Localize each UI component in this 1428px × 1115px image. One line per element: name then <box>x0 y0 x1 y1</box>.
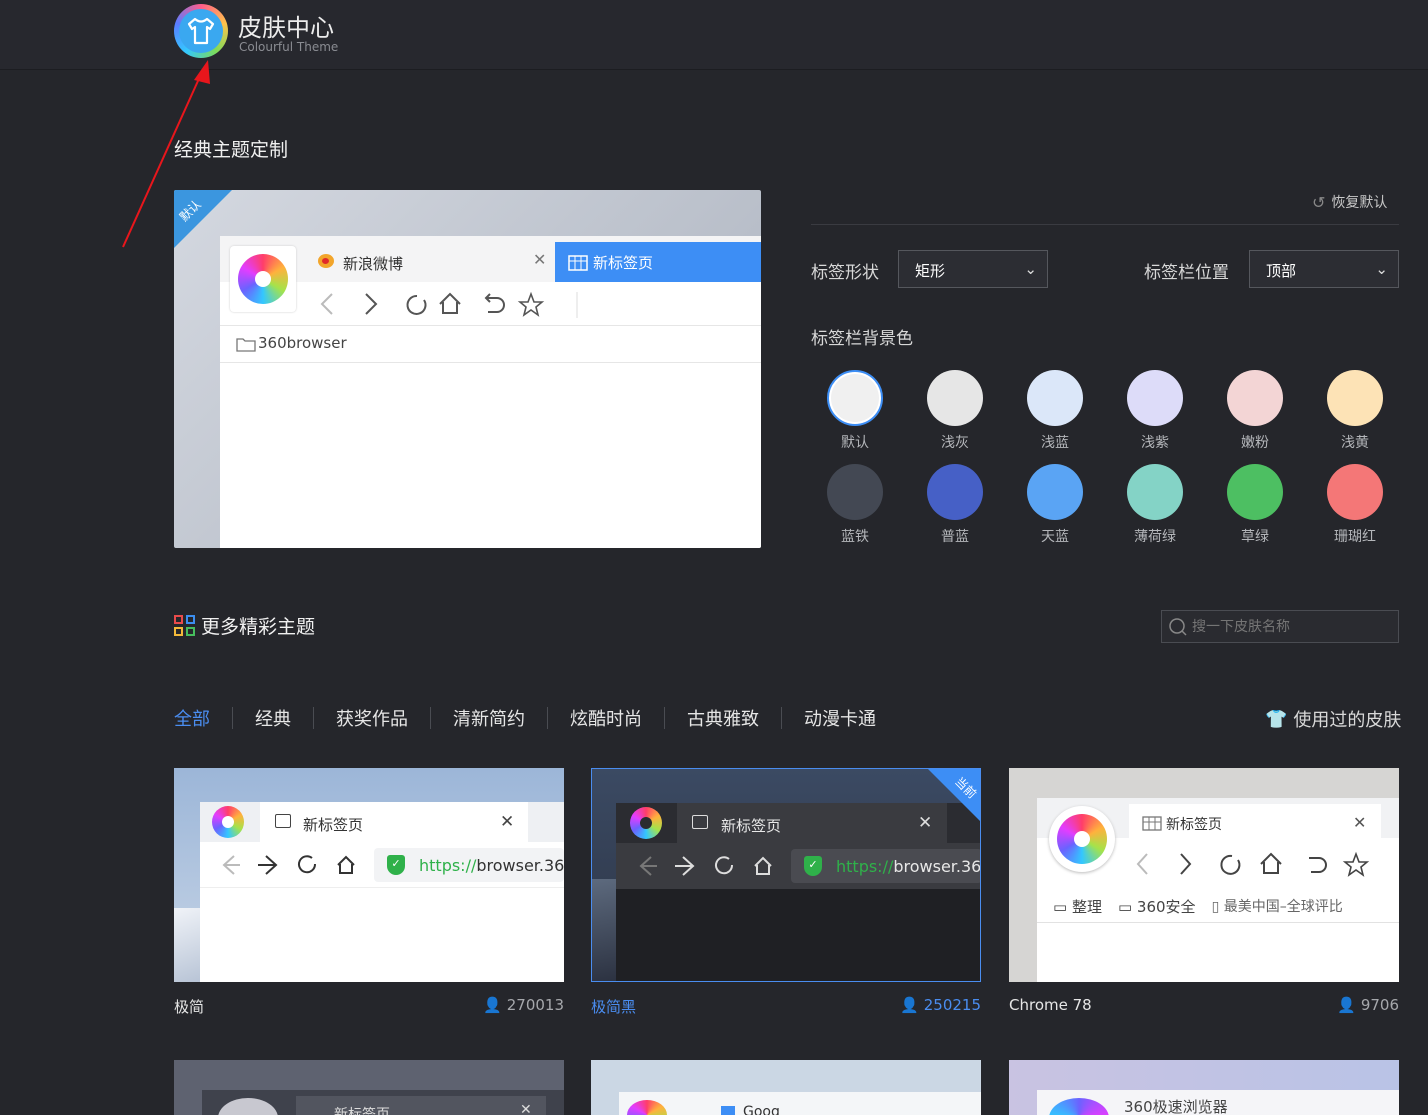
color-swatch-6[interactable] <box>827 464 883 520</box>
search-box[interactable] <box>1161 610 1399 643</box>
color-swatch-3[interactable] <box>1127 370 1183 426</box>
category-tab-2[interactable]: 获奖作品 <box>336 705 408 731</box>
tab-page-icon <box>275 814 291 828</box>
preview-bookmark: 360browser <box>258 334 347 352</box>
shield-icon: ✓ <box>387 855 405 875</box>
color-swatch-label: 浅灰 <box>941 435 969 451</box>
color-swatch-label: 浅黄 <box>1341 435 1369 451</box>
theme-usage-count: 👤 9706 <box>1337 996 1399 1014</box>
weibo-icon <box>318 254 334 268</box>
color-swatch-5[interactable] <box>1327 370 1383 426</box>
app-title: 皮肤中心 <box>238 14 334 42</box>
nav-toolbar-icons <box>1136 851 1370 877</box>
color-swatch-label: 默认 <box>841 435 869 451</box>
category-tab-5[interactable]: 古典雅致 <box>687 705 759 731</box>
category-separator <box>547 707 548 729</box>
divider <box>811 224 1399 225</box>
tab-position-label: 标签栏位置 <box>1144 263 1229 283</box>
tab-page-icon <box>692 815 708 829</box>
color-swatch-label: 嫩粉 <box>1241 435 1269 451</box>
category-separator <box>664 707 665 729</box>
color-swatch-11[interactable] <box>1327 464 1383 520</box>
bg-color-label: 标签栏背景色 <box>811 329 913 349</box>
more-themes-title: 更多精彩主题 <box>201 616 316 638</box>
theme-card-jijian[interactable]: 新标签页 ✕ ✓ https://browser.360 <box>174 768 564 982</box>
theme-card-row2-1[interactable]: 新标签页 ✕ <box>174 1060 564 1115</box>
color-swatch-4[interactable] <box>1227 370 1283 426</box>
chevron-down-icon: ⌄ <box>1375 260 1388 278</box>
category-tabs: 全部 经典 获奖作品 清新简约 炫酷时尚 古典雅致 动漫卡通 <box>174 705 876 731</box>
category-tab-4[interactable]: 炫酷时尚 <box>570 705 642 731</box>
chevron-down-icon: ⌄ <box>1024 260 1037 278</box>
theme-name[interactable]: 极简 <box>174 996 204 1017</box>
category-separator <box>430 707 431 729</box>
color-swatch-label: 草绿 <box>1241 529 1269 545</box>
color-swatch-0[interactable] <box>827 370 883 426</box>
tab-shape-label: 标签形状 <box>811 263 879 283</box>
color-swatch-8[interactable] <box>1027 464 1083 520</box>
app-subtitle: Colourful Theme <box>239 40 339 54</box>
tab-position-select[interactable]: 顶部 ⌄ <box>1249 250 1399 288</box>
category-tab-1[interactable]: 经典 <box>255 705 291 731</box>
search-icon <box>1169 618 1187 636</box>
shield-icon: ✓ <box>804 856 822 876</box>
theme-usage-count: 👤 270013 <box>483 996 564 1014</box>
preview-tab-active: 新标签页 <box>555 242 761 282</box>
color-swatch-label: 珊瑚红 <box>1334 529 1376 545</box>
theme-card-chrome78[interactable]: 新标签页 ✕ ▭ 整理 ▭ 360安全 ▯ 最美中国–全球评比 <box>1009 768 1399 982</box>
color-swatch-label: 天蓝 <box>1041 529 1069 545</box>
category-tab-0[interactable]: 全部 <box>174 705 210 731</box>
restore-icon: ↺ <box>1312 192 1326 212</box>
nav-toolbar-icons <box>222 855 355 875</box>
folder-icon <box>236 338 256 352</box>
theme-card-row2-3[interactable]: 360极速浏览器 <box>1009 1060 1399 1115</box>
color-swatch-label: 浅蓝 <box>1041 435 1069 451</box>
bookmark-bar: ▭ 整理 ▭ 360安全 ▯ 最美中国–全球评比 <box>1053 898 1343 916</box>
table-icon <box>568 255 588 271</box>
category-separator <box>313 707 314 729</box>
color-swatch-7[interactable] <box>927 464 983 520</box>
theme-name[interactable]: 极简黑 <box>591 996 636 1017</box>
nav-toolbar-icons <box>320 291 578 318</box>
browser-logo-icon <box>230 246 296 312</box>
theme-name[interactable]: Chrome 78 <box>1009 996 1092 1014</box>
category-separator <box>781 707 782 729</box>
close-icon: ✕ <box>1353 813 1367 832</box>
browser-logo-icon <box>630 807 662 839</box>
preview-tab-weibo: 新浪微博 <box>343 255 404 273</box>
theme-card-row2-2[interactable]: Goog <box>591 1060 981 1115</box>
browser-logo-icon <box>1049 806 1115 872</box>
close-icon: ✕ <box>500 812 515 832</box>
theme-card-jijianhei[interactable]: 新标签页 ✕ ✓ https://browser.360 当前 <box>591 768 981 982</box>
tab-shape-select[interactable]: 矩形 ⌄ <box>898 250 1048 288</box>
color-swatch-9[interactable] <box>1127 464 1183 520</box>
nav-toolbar-icons <box>639 856 772 876</box>
search-input[interactable] <box>1192 617 1392 637</box>
preview-window: 新浪微博 ✕ 新标签页 360browser <box>220 236 761 548</box>
classic-section-title: 经典主题定制 <box>174 139 289 161</box>
close-icon: ✕ <box>533 250 547 269</box>
color-swatch-label: 普蓝 <box>941 529 969 545</box>
shirt-icon: 👕 <box>1265 708 1288 730</box>
color-swatch-label: 浅紫 <box>1141 435 1169 451</box>
category-separator <box>232 707 233 729</box>
browser-logo-icon <box>212 806 244 838</box>
category-tab-6[interactable]: 动漫卡通 <box>804 705 876 731</box>
restore-default-button[interactable]: ↺ 恢复默认 <box>1312 192 1387 212</box>
table-icon <box>1142 816 1162 831</box>
classic-preview: 默认 新浪微博 ✕ 新标签页 360browser <box>174 190 761 548</box>
color-swatch-10[interactable] <box>1227 464 1283 520</box>
color-swatch-2[interactable] <box>1027 370 1083 426</box>
close-icon: ✕ <box>520 1102 532 1115</box>
theme-usage-count: 👤 250215 <box>900 996 981 1014</box>
color-swatch-1[interactable] <box>927 370 983 426</box>
used-skins-button[interactable]: 👕 使用过的皮肤 <box>1265 706 1401 732</box>
grid-icon <box>174 615 195 636</box>
color-swatch-label: 薄荷绿 <box>1134 529 1176 545</box>
color-swatch-label: 蓝铁 <box>841 529 869 545</box>
category-tab-3[interactable]: 清新简约 <box>453 705 525 731</box>
